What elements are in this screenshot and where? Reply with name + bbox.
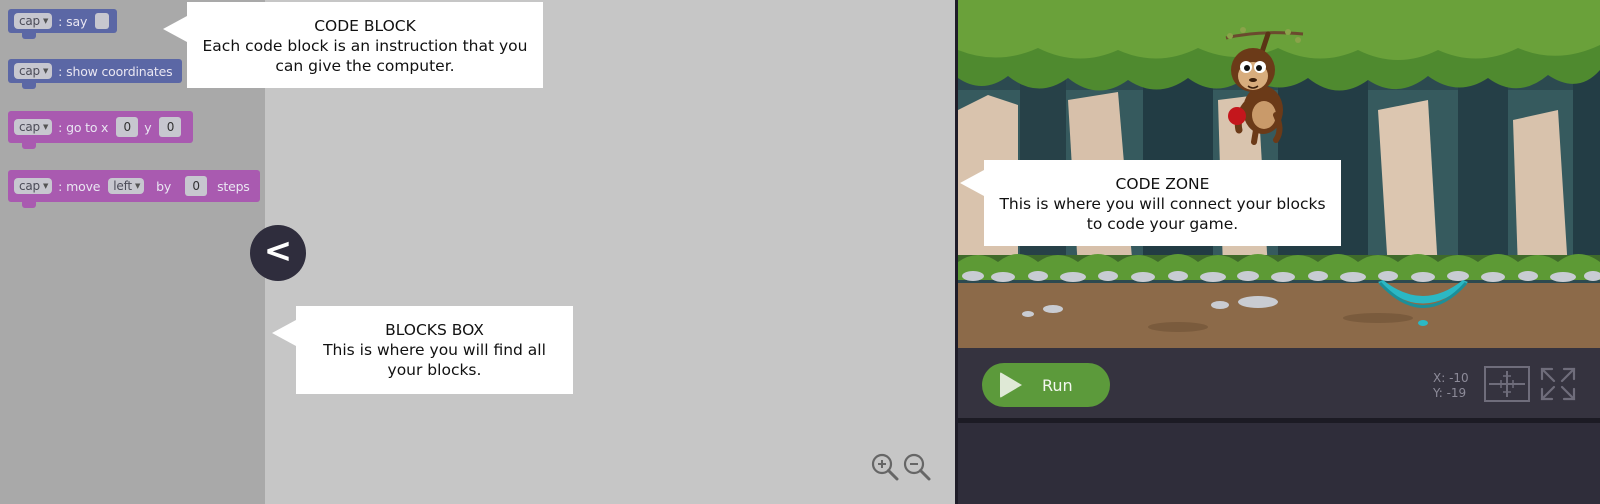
dropdown-caret-icon: ▼ [42,67,49,75]
blocks-box-tooltip: BLOCKS BOX This is where you will find a… [272,306,573,394]
zoom-out-icon[interactable] [902,452,932,482]
dropdown-caret-icon: ▼ [42,17,49,25]
y-readout: Y: -19 [1433,386,1467,400]
by-label: by [156,178,172,194]
sprite-dropdown[interactable]: cap ▼ [14,119,53,135]
play-icon [1000,372,1022,398]
fullscreen-icon[interactable] [1538,365,1578,403]
sprite-dropdown[interactable]: cap ▼ [14,178,53,194]
sprite-dropdown[interactable]: cap ▼ [14,63,53,79]
tooltip-title: CODE BLOCK [314,17,416,35]
sprite-dropdown[interactable]: cap ▼ [14,13,53,29]
block-label: show coordinates [66,63,173,79]
tooltip-body: This is where you will connect your bloc… [999,195,1326,233]
steps-label: steps [217,178,250,194]
zoom-in-icon[interactable] [870,452,900,482]
run-label: Run [1042,375,1073,395]
block-label: go to x [66,119,109,135]
dropdown-caret-icon: ▼ [134,182,141,190]
block-separator: : [58,13,63,29]
block-separator: : [58,63,63,79]
run-button[interactable]: Run [982,363,1110,407]
y-label: y [144,119,152,135]
block-separator: : [58,178,63,194]
say-text-input[interactable] [95,13,110,29]
crosshair-icon[interactable] [1483,365,1531,403]
lower-panel [958,423,1600,504]
coordinate-readout: X: -10 Y: -19 [1433,371,1469,401]
move-block[interactable]: cap ▼ : move left ▼ by 0 steps [8,170,260,208]
collapse-blocks-button[interactable]: < [250,225,306,281]
tooltip-body: Each code block is an instruction that y… [202,37,528,75]
show-coordinates-block[interactable]: cap ▼ : show coordinates [8,59,183,89]
steps-value-input[interactable]: 0 [185,176,208,196]
go-to-block[interactable]: cap ▼ : go to x 0 y 0 [8,111,194,149]
tooltip-body: This is where you will find all your blo… [323,341,546,379]
tooltip-title: BLOCKS BOX [385,321,484,339]
x-readout: X: -10 [1433,371,1469,385]
code-zone-tooltip: CODE ZONE This is where you will connect… [960,160,1341,246]
y-value-input[interactable]: 0 [159,117,182,137]
tooltip-title: CODE ZONE [1115,175,1210,193]
stage-controls: Run X: -10 Y: -19 [958,348,1600,420]
dropdown-caret-icon: ▼ [42,182,49,190]
block-label: move [66,178,101,194]
block-label: say [66,13,88,29]
direction-dropdown[interactable]: left ▼ [108,178,145,194]
code-block-tooltip: CODE BLOCK Each code block is an instruc… [163,2,543,88]
block-separator: : [58,119,63,135]
x-value-input[interactable]: 0 [116,117,139,137]
dropdown-caret-icon: ▼ [42,123,49,131]
say-block[interactable]: cap ▼ : say [8,9,118,39]
